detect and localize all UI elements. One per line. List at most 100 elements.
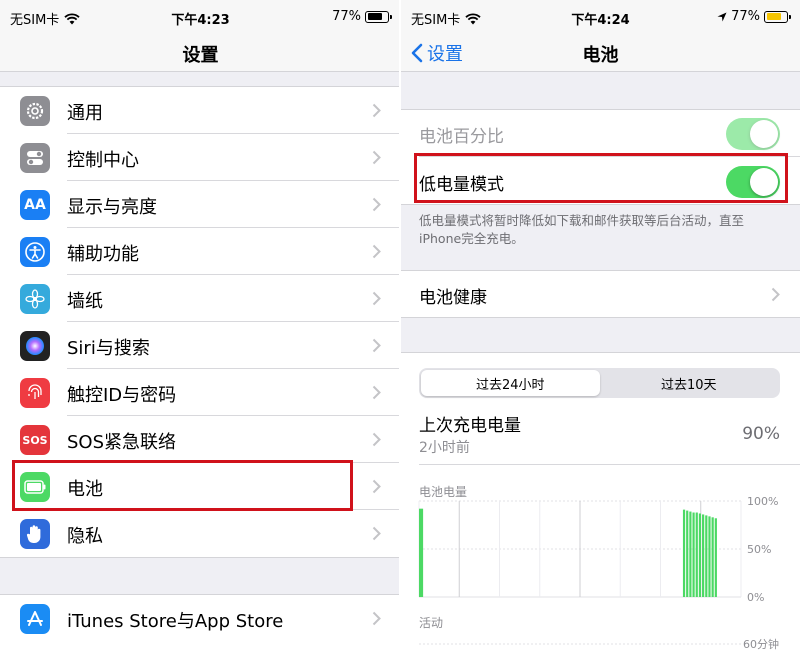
settings-item[interactable]: 控制中心: [0, 134, 401, 181]
flower-icon: [20, 284, 50, 314]
low-power-mode-row: 低电量模式: [401, 158, 800, 205]
settings-item-label: 隐私: [67, 526, 103, 547]
settings-item[interactable]: 触控ID与密码: [0, 369, 401, 416]
battery-usage-section: 过去24小时 过去10天 上次充电电量 2小时前 90% 电池电量 100% 50…: [401, 352, 800, 651]
hand-icon: [20, 519, 50, 549]
battery-percentage-toggle[interactable]: [726, 118, 780, 150]
settings-item-label: SOS紧急联络: [67, 432, 177, 453]
chart-bar: [692, 512, 695, 597]
page-title: 设置: [182, 45, 219, 66]
battery-level-icon: [365, 10, 392, 23]
chevron-right-icon: [372, 526, 381, 541]
gear-icon: [20, 96, 50, 126]
settings-panel: 无SIM卡 下午4:23 77% 设置 通用控制中心 AA 显示与亮度辅助功能墙纸 S…: [0, 0, 401, 651]
chart-bar: [420, 508, 424, 597]
status-battery: 77%: [717, 9, 791, 24]
chart-bar: [419, 508, 422, 597]
battery-percent: 77%: [731, 9, 760, 24]
battery-health-label: 电池健康: [419, 288, 487, 308]
store-group: iTunes Store与App Store: [0, 594, 401, 651]
fingerprint-icon: [20, 378, 50, 408]
status-bar: 无SIM卡 下午4:24 77%: [401, 0, 800, 34]
chart-bar: [702, 514, 705, 597]
settings-item[interactable]: 隐私: [0, 510, 401, 557]
last-charge-title: 上次充电电量: [419, 416, 521, 436]
settings-item[interactable]: SOS SOS紧急联络: [0, 416, 401, 463]
low-power-footnote: 低电量模式将暂时降低如下载和邮件获取等后台活动，直至iPhone完全充电。: [419, 213, 745, 246]
settings-list: 通用控制中心 AA 显示与亮度辅助功能墙纸 Siri与搜索触控ID与密码 SOS SOS紧…: [0, 86, 401, 558]
chart-bar: [714, 518, 717, 597]
chevron-right-icon: [372, 103, 381, 118]
settings-item-label: 控制中心: [67, 150, 139, 171]
chevron-right-icon: [372, 611, 381, 626]
nav-bar: 设置 电池: [401, 34, 800, 72]
settings-item-label: 通用: [67, 103, 103, 124]
toggles-icon: [20, 143, 50, 173]
chart-bar: [698, 513, 702, 597]
settings-item-label: 显示与亮度: [67, 197, 157, 218]
segment-10-days[interactable]: 过去10天: [600, 370, 779, 396]
chart-bar: [708, 516, 711, 597]
settings-item-label: Siri与搜索: [67, 338, 150, 359]
chart-bar: [705, 515, 708, 597]
location-arrow-icon: [717, 12, 727, 21]
settings-item-label: 辅助功能: [67, 244, 139, 265]
settings-item[interactable]: 辅助功能: [0, 228, 401, 275]
app-store-icon: [20, 604, 50, 634]
battery-health-group: 电池健康: [401, 270, 800, 318]
chart-y-tick-label: 50%: [747, 543, 771, 556]
chart-y-tick-label: 100%: [747, 495, 778, 508]
segment-24-hours[interactable]: 过去24小时: [421, 370, 600, 396]
chart-bar: [682, 509, 686, 597]
page-title: 电池: [582, 45, 619, 66]
icon-glyph: SOS: [22, 433, 48, 447]
chevron-right-icon: [372, 197, 381, 212]
settings-item[interactable]: 通用: [0, 87, 401, 134]
chevron-right-icon: [372, 385, 381, 400]
chart-bar: [695, 512, 698, 597]
status-battery: 77%: [332, 9, 392, 24]
status-bar: 无SIM卡 下午4:23 77%: [0, 0, 401, 34]
battery-icon: [20, 472, 50, 502]
chevron-right-icon: [372, 479, 381, 494]
icon-glyph: AA: [24, 197, 46, 213]
siri-icon: [20, 331, 50, 361]
activity-tick-label: 60分钟: [743, 637, 779, 651]
settings-item[interactable]: 墙纸: [0, 275, 401, 322]
accessibility-icon: [20, 237, 50, 267]
chevron-right-icon: [372, 432, 381, 447]
chart-bar: [711, 517, 714, 597]
settings-item-label: 墙纸: [67, 291, 103, 312]
low-power-mode-label: 低电量模式: [419, 175, 504, 195]
settings-item-label: iTunes Store与App Store: [67, 611, 284, 632]
chevron-right-icon: [372, 291, 381, 306]
section-separator: [419, 464, 800, 465]
last-charge-subtitle: 2小时前: [419, 440, 470, 456]
settings-item[interactable]: AA 显示与亮度: [0, 181, 401, 228]
battery-percentage-label: 电池百分比: [419, 127, 504, 147]
battery-toggles-group: 电池百分比 低电量模式: [401, 109, 800, 205]
nav-bar: 设置: [0, 34, 401, 72]
battery-panel: 无SIM卡 下午4:24 77% 设置 电池 电池百分比 低电量模式 低电量模式…: [401, 0, 800, 651]
battery-level-icon: [764, 10, 791, 23]
chevron-right-icon: [771, 287, 780, 302]
time-range-segmented-control: 过去24小时 过去10天: [419, 368, 780, 398]
settings-item-label: 触控ID与密码: [67, 385, 177, 406]
settings-item-itunes-app-store[interactable]: iTunes Store与App Store: [0, 595, 401, 642]
chevron-right-icon: [372, 338, 381, 353]
text-size-icon: AA: [20, 190, 50, 220]
battery-level-chart: 100% 50% 0% 活动 60分钟: [418, 495, 779, 651]
settings-item[interactable]: Siri与搜索: [0, 322, 401, 369]
low-power-mode-toggle[interactable]: [726, 166, 780, 198]
chevron-right-icon: [372, 150, 381, 165]
battery-health-row[interactable]: 电池健康: [401, 271, 800, 318]
activity-label: 活动: [419, 616, 443, 630]
sos-icon: SOS: [20, 425, 50, 455]
chart-y-tick-label: 0%: [747, 591, 764, 604]
settings-item[interactable]: 电池: [0, 463, 401, 510]
chart-bar: [686, 510, 689, 597]
chevron-right-icon: [372, 244, 381, 259]
battery-percentage-row: 电池百分比: [401, 110, 800, 157]
settings-item-label: 电池: [67, 479, 103, 500]
battery-percent: 77%: [332, 9, 361, 24]
